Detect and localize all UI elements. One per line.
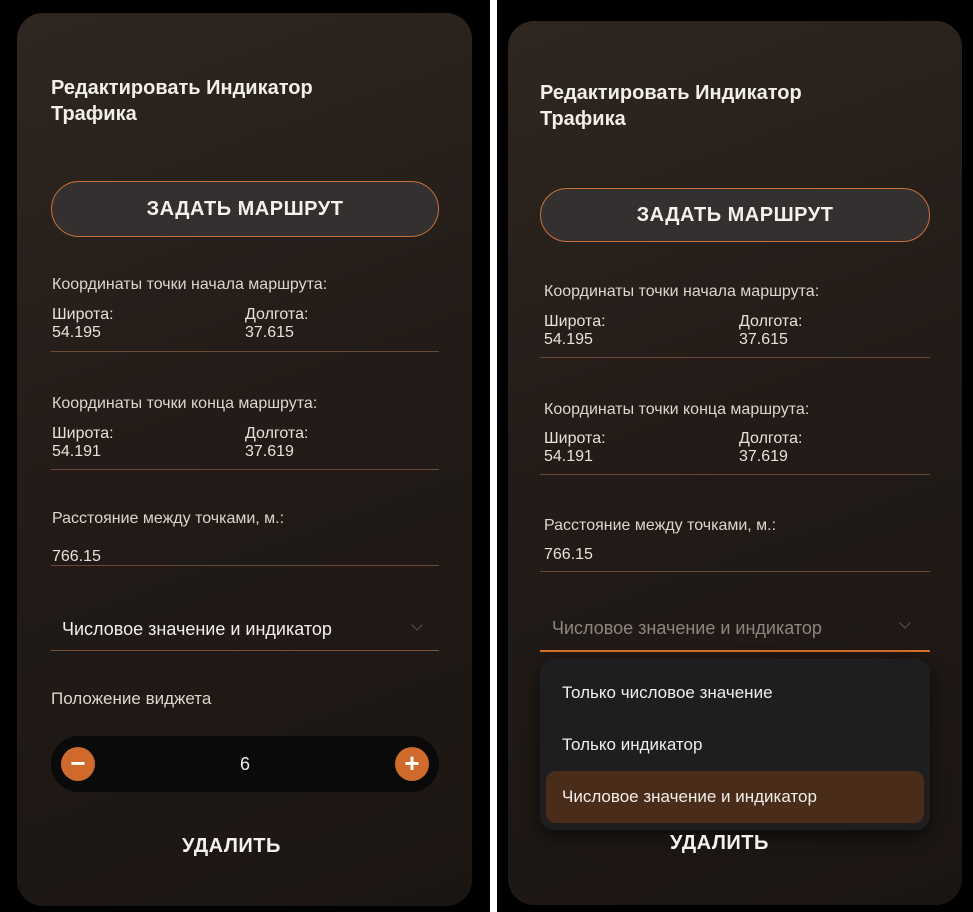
longitude-label: Долгота: bbox=[739, 430, 803, 447]
divider bbox=[51, 565, 439, 566]
end-coords-label: Координаты точки конца маршрута: bbox=[52, 395, 318, 412]
latitude-label: Широта: bbox=[544, 313, 606, 330]
distance-label: Расстояние между точками, м.: bbox=[544, 517, 777, 534]
divider bbox=[540, 357, 930, 358]
longitude-label: Долгота: bbox=[739, 313, 803, 330]
display-mode-dropdown: Только числовое значение Только индикато… bbox=[540, 659, 930, 830]
screen-default: Редактировать Индикатор Трафика ЗАДАТЬ М… bbox=[0, 0, 490, 912]
start-coords-label: Координаты точки начала маршрута: bbox=[544, 283, 820, 300]
divider bbox=[51, 351, 439, 352]
widget-position-value: 6 bbox=[239, 754, 250, 774]
option-indicator-only[interactable]: Только индикатор bbox=[546, 719, 924, 771]
distance-value: 766.15 bbox=[544, 546, 593, 563]
edit-traffic-indicator-panel: Редактировать Индикатор Трафика ЗАДАТЬ М… bbox=[17, 13, 472, 906]
divider bbox=[540, 474, 930, 475]
end-latitude: Широта: 54.191 bbox=[544, 430, 606, 466]
latitude-value: 54.195 bbox=[544, 331, 593, 348]
set-route-button[interactable]: ЗАДАТЬ МАРШРУТ bbox=[51, 181, 439, 237]
distance-label: Расстояние между точками, м.: bbox=[52, 510, 285, 527]
divider bbox=[540, 571, 930, 572]
start-latitude: Широта: 54.195 bbox=[544, 313, 606, 349]
edit-traffic-indicator-panel: Редактировать Индикатор Трафика ЗАДАТЬ М… bbox=[508, 21, 962, 905]
start-latitude: Широта: 54.195 bbox=[52, 306, 114, 342]
end-longitude: Долгота: 37.619 bbox=[739, 430, 802, 466]
option-numeric-and-indicator[interactable]: Числовое значение и индикатор bbox=[546, 771, 924, 823]
latitude-label: Широта: bbox=[544, 430, 606, 447]
start-longitude: Долгота: 37.615 bbox=[739, 313, 802, 349]
latitude-value: 54.195 bbox=[52, 324, 101, 341]
select-underline-focused bbox=[540, 650, 930, 652]
longitude-value: 37.619 bbox=[739, 448, 788, 465]
latitude-value: 54.191 bbox=[52, 443, 101, 460]
longitude-value: 37.619 bbox=[245, 443, 294, 460]
display-mode-select[interactable]: Числовое значение и индикатор bbox=[552, 618, 822, 639]
end-latitude: Широта: 54.191 bbox=[52, 425, 114, 461]
option-numeric-only[interactable]: Только числовое значение bbox=[546, 667, 924, 719]
longitude-label: Долгота: bbox=[245, 425, 309, 442]
longitude-value: 37.615 bbox=[739, 331, 788, 348]
start-longitude: Долгота: 37.615 bbox=[245, 306, 308, 342]
delete-button[interactable]: УДАЛИТЬ bbox=[670, 832, 769, 855]
end-longitude: Долгота: 37.619 bbox=[245, 425, 308, 461]
set-route-button[interactable]: ЗАДАТЬ МАРШРУТ bbox=[540, 188, 930, 242]
latitude-label: Широта: bbox=[52, 306, 114, 323]
widget-position-label: Положение виджета bbox=[51, 689, 212, 708]
plus-icon[interactable]: + bbox=[395, 747, 429, 781]
divider bbox=[51, 469, 439, 470]
start-coords-label: Координаты точки начала маршрута: bbox=[52, 276, 328, 293]
chevron-down-icon[interactable] bbox=[411, 619, 423, 631]
panel-title: Редактировать Индикатор Трафика bbox=[540, 82, 802, 130]
longitude-label: Долгота: bbox=[245, 306, 309, 323]
end-coords-label: Координаты точки конца маршрута: bbox=[544, 401, 810, 418]
screen-dropdown-open: Редактировать Индикатор Трафика ЗАДАТЬ М… bbox=[497, 0, 973, 912]
panel-title: Редактировать Индикатор Трафика bbox=[51, 77, 313, 125]
latitude-label: Широта: bbox=[52, 425, 114, 442]
longitude-value: 37.615 bbox=[245, 324, 294, 341]
select-underline bbox=[51, 650, 439, 651]
display-mode-select[interactable]: Числовое значение и индикатор bbox=[62, 619, 332, 640]
latitude-value: 54.191 bbox=[544, 448, 593, 465]
delete-button[interactable]: УДАЛИТЬ bbox=[182, 835, 281, 858]
widget-position-stepper: − 6 + bbox=[51, 736, 439, 792]
distance-value: 766.15 bbox=[52, 548, 101, 565]
chevron-down-icon[interactable] bbox=[899, 617, 911, 629]
